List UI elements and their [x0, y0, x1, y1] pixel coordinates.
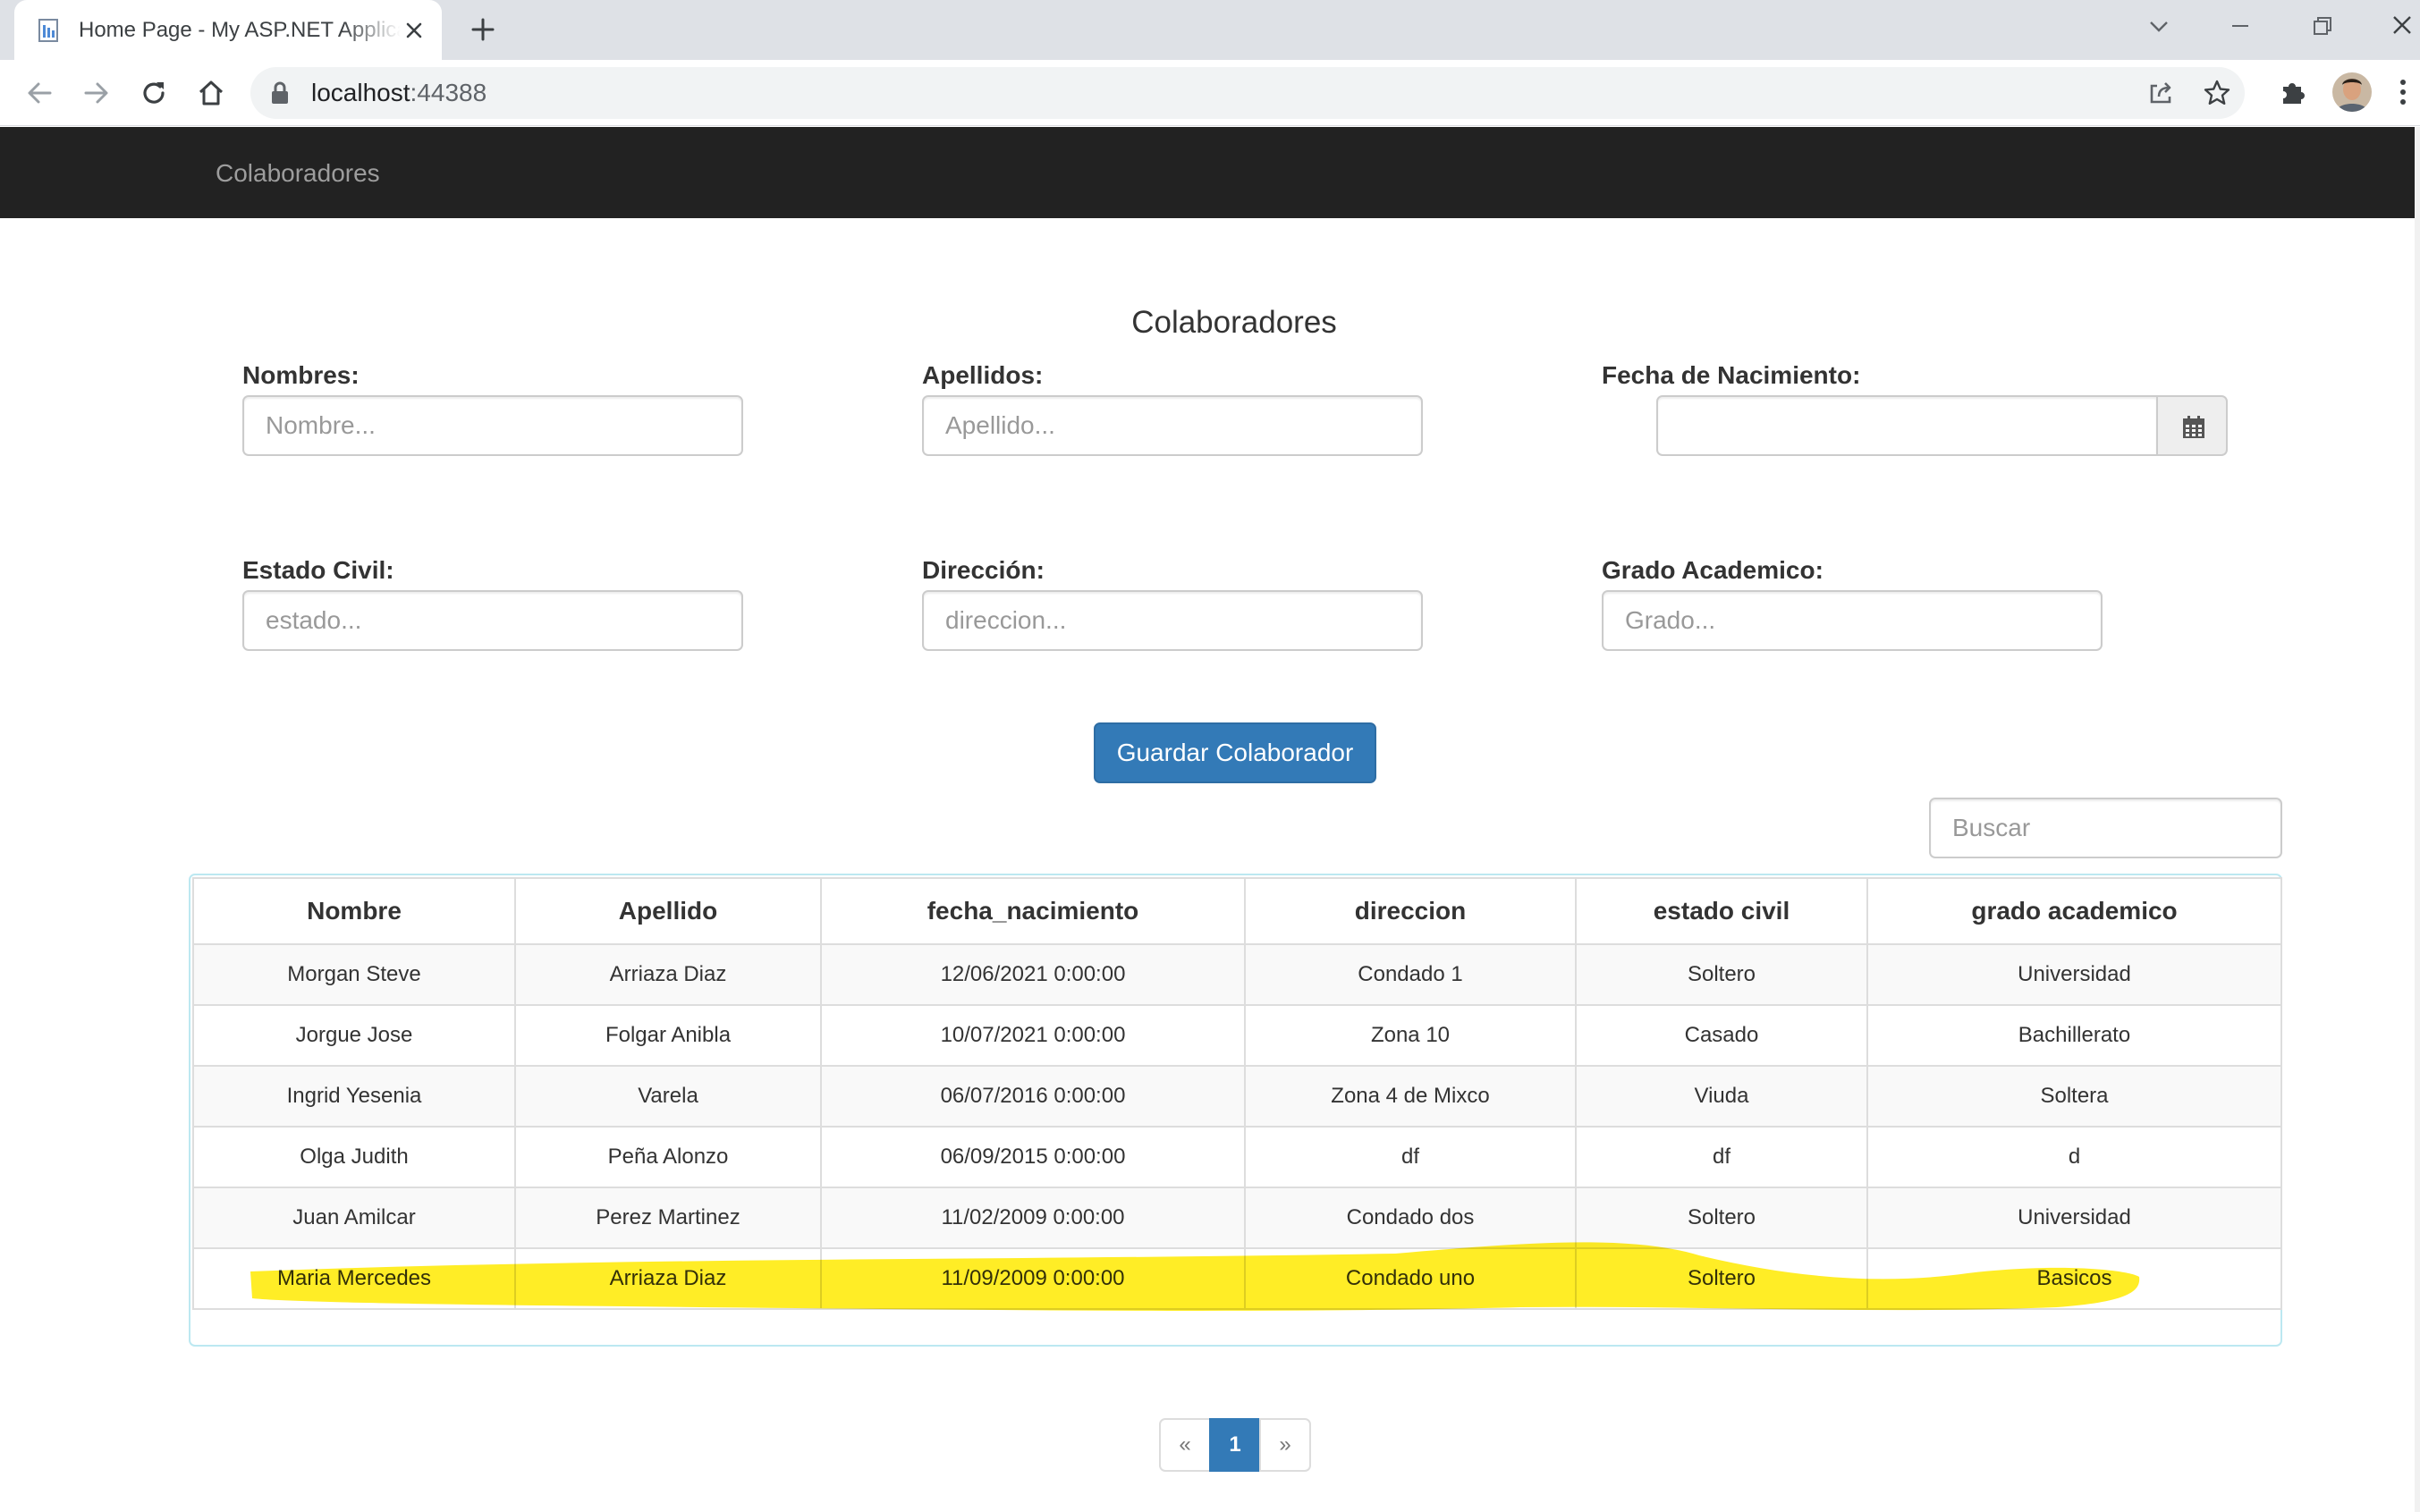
table-cell: Arriaza Diaz — [514, 1247, 822, 1310]
estado-civil-input[interactable] — [242, 590, 743, 651]
site-navbar: Colaboradores — [0, 127, 2420, 218]
column-header[interactable]: estado civil — [1575, 877, 1868, 945]
table-cell: Arriaza Diaz — [514, 943, 822, 1006]
table-cell: Perez Martinez — [514, 1187, 822, 1249]
back-arrow-icon[interactable] — [23, 77, 55, 109]
table-cell: Maria Mercedes — [192, 1247, 516, 1310]
table-cell: Soltero — [1575, 943, 1868, 1006]
table-cell: Universidad — [1866, 943, 2282, 1006]
table-cell: Condado dos — [1244, 1187, 1577, 1249]
address-bar[interactable]: localhost:44388 — [250, 67, 2245, 119]
table-cell: 10/07/2021 0:00:00 — [820, 1004, 1246, 1067]
page-favicon-icon — [38, 19, 58, 42]
table-cell: Morgan Steve — [192, 943, 516, 1006]
column-header[interactable]: fecha_nacimiento — [820, 877, 1246, 945]
table-cell: Zona 4 de Mixco — [1244, 1065, 1577, 1128]
restore-window-icon[interactable] — [2309, 13, 2336, 39]
nombres-input[interactable] — [242, 395, 743, 456]
url-text[interactable]: localhost:44388 — [311, 78, 487, 108]
table-row[interactable]: Maria Mercedes Arriaza Diaz 11/09/2009 0… — [192, 1247, 2282, 1310]
table-cell: Basicos — [1866, 1247, 2282, 1310]
table-row[interactable]: Olga Judith Peña Alonzo 06/09/2015 0:00:… — [192, 1126, 2282, 1188]
estado-civil-label: Estado Civil: — [242, 556, 394, 584]
table-row[interactable]: Morgan Steve Arriaza Diaz 12/06/2021 0:0… — [192, 943, 2282, 1006]
colaboradores-table-panel: Nombre Apellido fecha_nacimiento direcci… — [189, 874, 2282, 1347]
table-cell: df — [1244, 1126, 1577, 1188]
table-cell: df — [1575, 1126, 1868, 1188]
grado-academico-input[interactable] — [1602, 590, 2103, 651]
table-cell: Soltera — [1866, 1065, 2282, 1128]
table-cell: Soltero — [1575, 1187, 1868, 1249]
home-icon[interactable] — [195, 77, 227, 109]
minimize-icon[interactable] — [2227, 13, 2254, 39]
table-row[interactable]: Juan Amilcar Perez Martinez 11/02/2009 0… — [192, 1187, 2282, 1249]
table-cell: Bachillerato — [1866, 1004, 2282, 1067]
fecha-nacimiento-group — [1656, 395, 2228, 456]
close-tab-icon[interactable] — [402, 19, 426, 42]
menu-dots-icon[interactable] — [2397, 76, 2409, 108]
pagination-prev-button[interactable]: « — [1159, 1418, 1211, 1472]
table-cell: 06/09/2015 0:00:00 — [820, 1126, 1246, 1188]
table-cell: Olga Judith — [192, 1126, 516, 1188]
page-scrollbar-track[interactable] — [2415, 127, 2420, 1512]
chevron-down-icon[interactable] — [2146, 13, 2171, 38]
table-cell: d — [1866, 1126, 2282, 1188]
table-cell: Juan Amilcar — [192, 1187, 516, 1249]
table-cell: 11/09/2009 0:00:00 — [820, 1247, 1246, 1310]
table-cell: Peña Alonzo — [514, 1126, 822, 1188]
table-row[interactable]: Ingrid Yesenia Varela 06/07/2016 0:00:00… — [192, 1065, 2282, 1128]
column-header[interactable]: grado academico — [1866, 877, 2282, 945]
calendar-icon — [2183, 416, 2204, 438]
share-icon[interactable] — [2146, 79, 2175, 107]
calendar-button[interactable] — [2156, 395, 2228, 456]
table-cell: Universidad — [1866, 1187, 2282, 1249]
apellidos-input[interactable] — [922, 395, 1423, 456]
table-cell: Viuda — [1575, 1065, 1868, 1128]
tab-strip: Home Page - My ASP.NET Application — [0, 0, 2420, 60]
fecha-nacimiento-input[interactable] — [1656, 395, 2158, 456]
table-cell: Jorgue Jose — [192, 1004, 516, 1067]
column-header[interactable]: direccion — [1244, 877, 1577, 945]
lock-icon[interactable] — [268, 80, 292, 106]
navbar-brand-link[interactable]: Colaboradores — [216, 156, 380, 191]
grado-academico-label: Grado Academico: — [1602, 556, 1823, 584]
table-cell: Folgar Anibla — [514, 1004, 822, 1067]
table-cell: 12/06/2021 0:00:00 — [820, 943, 1246, 1006]
table-cell: Casado — [1575, 1004, 1868, 1067]
browser-tab[interactable]: Home Page - My ASP.NET Application — [14, 0, 442, 60]
table-cell: Zona 10 — [1244, 1004, 1577, 1067]
table-cell: 11/02/2009 0:00:00 — [820, 1187, 1246, 1249]
tab-title: Home Page - My ASP.NET Application — [79, 18, 401, 42]
profile-avatar[interactable] — [2332, 72, 2372, 112]
table-cell: Ingrid Yesenia — [192, 1065, 516, 1128]
colaboradores-table: Nombre Apellido fecha_nacimiento direcci… — [192, 877, 2282, 1310]
close-window-icon[interactable] — [2388, 11, 2416, 39]
browser-toolbar: localhost:44388 — [0, 60, 2420, 126]
table-row[interactable]: Jorgue Jose Folgar Anibla 10/07/2021 0:0… — [192, 1004, 2282, 1067]
star-icon[interactable] — [2202, 78, 2232, 108]
table-cell: Varela — [514, 1065, 822, 1128]
reload-icon[interactable] — [138, 77, 170, 109]
form-title: Colaboradores — [1131, 305, 1337, 340]
column-header[interactable]: Nombre — [192, 877, 516, 945]
nombres-label: Nombres: — [242, 361, 360, 389]
new-tab-icon[interactable] — [469, 15, 497, 44]
forward-arrow-icon[interactable] — [80, 77, 113, 109]
table-cell: Condado 1 — [1244, 943, 1577, 1006]
table-cell: Condado uno — [1244, 1247, 1577, 1310]
search-input[interactable] — [1929, 798, 2282, 858]
pagination-next-button[interactable]: » — [1259, 1418, 1311, 1472]
apellidos-label: Apellidos: — [922, 361, 1044, 389]
table-header-row: Nombre Apellido fecha_nacimiento direcci… — [192, 877, 2282, 945]
table-cell: 06/07/2016 0:00:00 — [820, 1065, 1246, 1128]
browser-window: Home Page - My ASP.NET Application — [0, 0, 2420, 1512]
guardar-colaborador-button[interactable]: Guardar Colaborador — [1094, 722, 1376, 783]
fecha-nacimiento-label: Fecha de Nacimiento: — [1602, 361, 1861, 389]
direccion-input[interactable] — [922, 590, 1423, 651]
extensions-puzzle-icon[interactable] — [2277, 76, 2309, 108]
pagination-page-1[interactable]: 1 — [1209, 1418, 1261, 1472]
direccion-label: Dirección: — [922, 556, 1045, 584]
table-cell: Soltero — [1575, 1247, 1868, 1310]
column-header[interactable]: Apellido — [514, 877, 822, 945]
